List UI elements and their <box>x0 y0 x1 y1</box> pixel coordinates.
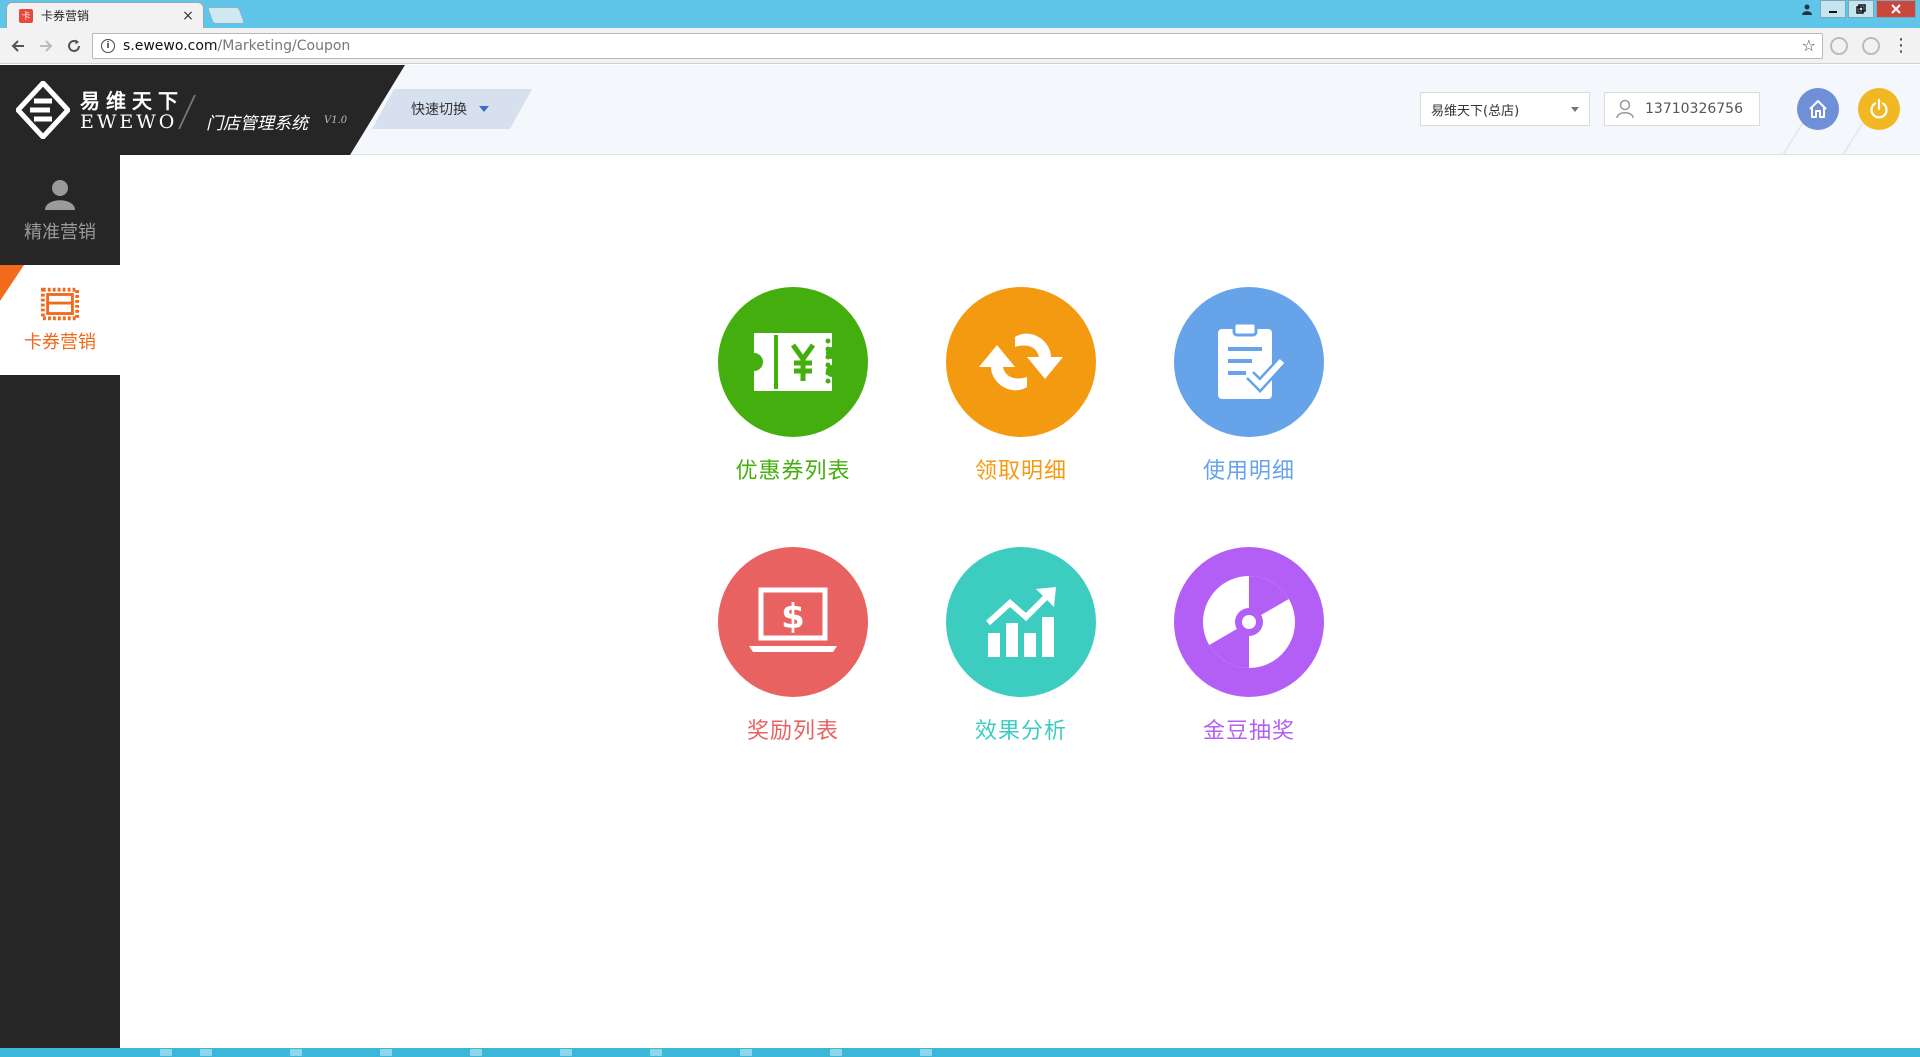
ewewo-logo-icon <box>16 81 70 139</box>
coupon-icon <box>754 333 832 391</box>
taskbar-item[interactable] <box>650 1049 662 1056</box>
new-tab-button[interactable] <box>206 7 246 24</box>
profile-icon[interactable] <box>1796 0 1818 18</box>
close-window-button[interactable] <box>1876 0 1916 18</box>
tile-label: 领取明细 <box>974 459 1067 484</box>
extension-icon[interactable] <box>1830 37 1848 55</box>
tile-label: 优惠券列表 <box>735 459 851 484</box>
tile-coupon-list[interactable]: 优惠券列表 <box>718 287 868 497</box>
ticket-icon <box>40 286 80 322</box>
tile-receive-details[interactable]: 领取明细 <box>946 287 1096 497</box>
chart-growth-icon <box>985 587 1056 657</box>
tile-icon-circle <box>1174 287 1324 437</box>
tile-reward-list[interactable]: $ 奖励列表 <box>718 547 868 757</box>
favicon-icon: 卡 <box>19 8 33 23</box>
caret-down-icon <box>1571 107 1579 112</box>
browser-menu-icon[interactable]: ⋮ <box>1892 34 1910 58</box>
tile-icon-circle <box>1174 547 1324 697</box>
back-icon[interactable] <box>6 34 30 58</box>
taskbar-item[interactable] <box>740 1049 752 1056</box>
taskbar-item[interactable] <box>160 1049 172 1056</box>
tab-close-icon[interactable]: × <box>181 8 195 24</box>
browser-titlebar: 卡 卡券营销 × <box>0 0 1920 28</box>
main-content: 优惠券列表 领取明细 使用明细 $ 奖励列表 效果分析 金豆抽奖 <box>120 155 1920 1048</box>
url-path: /Marketing/Coupon <box>217 38 351 54</box>
logo-chinese-name: 易维天下 <box>80 89 184 113</box>
tile-label: 奖励列表 <box>746 719 839 744</box>
taskbar-item[interactable] <box>830 1049 842 1056</box>
browser-toolbar: i s.ewewo.com/Marketing/Coupon ☆ ⋮ <box>0 28 1920 64</box>
taskbar-item[interactable] <box>290 1049 302 1056</box>
taskbar-item[interactable] <box>920 1049 932 1056</box>
tile-label: 使用明细 <box>1202 459 1295 484</box>
username: 13710326756 <box>1645 101 1743 117</box>
system-name: 门店管理系统 <box>206 114 308 134</box>
tile-effect-analysis[interactable]: 效果分析 <box>946 547 1096 757</box>
browser-tab[interactable]: 卡 卡券营销 × <box>6 2 204 28</box>
logo-english-name: EWEWO <box>80 111 178 133</box>
extension-icon[interactable] <box>1862 37 1880 55</box>
taskbar-item[interactable] <box>380 1049 392 1056</box>
caret-down-icon <box>479 106 489 112</box>
tab-title: 卡券营销 <box>41 9 90 23</box>
restore-button[interactable] <box>1848 0 1874 18</box>
reload-icon[interactable] <box>62 34 86 58</box>
home-icon <box>1809 100 1827 118</box>
tile-icon-circle <box>946 287 1096 437</box>
tile-icon-circle <box>718 287 868 437</box>
forward-icon[interactable] <box>34 34 58 58</box>
clipboard-check-icon <box>1218 321 1287 399</box>
tile-label: 效果分析 <box>974 719 1067 744</box>
url-host: s.ewewo.com <box>123 38 218 54</box>
quick-switch-button[interactable]: 快速切换 <box>372 89 532 129</box>
power-icon <box>1870 98 1888 119</box>
tile-label: 金豆抽奖 <box>1202 719 1295 744</box>
minimize-button[interactable] <box>1820 0 1846 18</box>
store-select[interactable]: 易维天下(总店) <box>1420 92 1590 126</box>
sidebar-item-label: 精准营销 <box>24 222 96 243</box>
laptop-dollar-icon: $ <box>749 587 837 652</box>
store-select-value: 易维天下(总店) <box>1431 103 1520 119</box>
bookmark-star-icon[interactable]: ☆ <box>1802 36 1816 55</box>
system-version: V1.0 <box>324 115 348 126</box>
lottery-wheel-icon <box>1203 576 1295 668</box>
taskbar-item[interactable] <box>470 1049 482 1056</box>
active-indicator <box>0 265 24 301</box>
app-header: 易维天下 EWEWO 门店管理系统 V1.0 快速切换 易维天下(总店) 137… <box>0 65 1920 167</box>
quick-switch-label: 快速切换 <box>411 102 467 118</box>
user-account-box[interactable]: 13710326756 <box>1604 92 1760 126</box>
tile-icon-circle <box>946 547 1096 697</box>
tile-gold-bean-lottery[interactable]: 金豆抽奖 <box>1174 547 1324 757</box>
user-icon <box>40 176 80 212</box>
sidebar: 精准营销 卡券营销 <box>0 155 120 1048</box>
tile-icon-circle: $ <box>718 547 868 697</box>
address-bar[interactable]: i s.ewewo.com/Marketing/Coupon ☆ <box>92 33 1823 59</box>
os-taskbar <box>0 1048 1920 1057</box>
refresh-arrows-icon <box>979 333 1063 391</box>
taskbar-item[interactable] <box>560 1049 572 1056</box>
logout-button[interactable] <box>1858 88 1900 130</box>
sidebar-item-precise-marketing[interactable]: 精准营销 <box>0 155 120 265</box>
site-info-icon[interactable]: i <box>101 39 115 53</box>
svg-text:$: $ <box>781 597 805 637</box>
sidebar-item-label: 卡券营销 <box>24 332 96 353</box>
window-controls <box>1794 0 1916 18</box>
logo-block: 易维天下 EWEWO 门店管理系统 V1.0 <box>0 65 405 155</box>
user-outline-icon <box>1605 99 1645 119</box>
home-button[interactable] <box>1797 88 1839 130</box>
tile-usage-details[interactable]: 使用明细 <box>1174 287 1324 497</box>
taskbar-item[interactable] <box>200 1049 212 1056</box>
